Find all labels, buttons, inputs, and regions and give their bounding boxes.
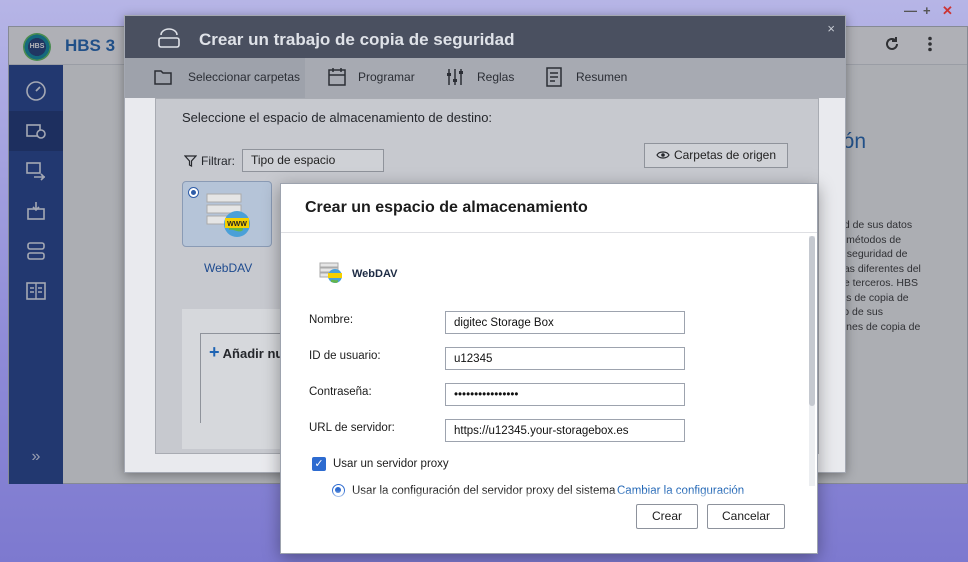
password-label: Contraseña: [309, 386, 372, 398]
service-name: WebDAV [352, 268, 398, 280]
calendar-icon [328, 68, 346, 86]
scroll-fade [281, 490, 801, 504]
webdav-server-icon: WWW [206, 193, 250, 237]
step-summary[interactable]: Resumen [576, 70, 627, 84]
svg-text:WWW: WWW [227, 221, 247, 228]
dialog-divider [281, 232, 817, 233]
webdav-icon [319, 262, 342, 283]
server-url-label: URL de servidor: [309, 422, 395, 434]
maximize-button[interactable]: + [923, 4, 931, 18]
plus-icon: + [209, 342, 220, 362]
create-storage-dialog: Crear un espacio de almacenamiento WebDA… [280, 183, 818, 554]
folders-icon [154, 70, 172, 85]
step-select-folders[interactable]: Seleccionar carpetas [188, 70, 300, 84]
wizard-header: Crear un trabajo de copia de seguridad × [125, 16, 845, 58]
summary-icon [546, 67, 562, 87]
space-type-filter[interactable]: Tipo de espacio [242, 149, 384, 172]
wizard-title: Crear un trabajo de copia de seguridad [199, 30, 515, 49]
create-button[interactable]: Crear [636, 504, 698, 529]
filter-icon [184, 155, 197, 167]
step-rules[interactable]: Reglas [477, 70, 514, 84]
source-folders-label: Carpetas de origen [673, 148, 777, 162]
eye-icon [656, 151, 670, 159]
password-field[interactable] [445, 383, 685, 406]
wizard-steps: Seleccionar carpetas Programar Reglas Re… [125, 58, 845, 98]
destination-prompt: Seleccione el espacio de almacenamiento … [182, 110, 493, 125]
wizard-close-icon[interactable]: × [827, 21, 835, 36]
proxy-checkbox-label[interactable]: Usar un servidor proxy [333, 458, 449, 470]
webdav-tile-label: WebDAV [204, 261, 253, 275]
step-schedule[interactable]: Programar [358, 70, 415, 84]
source-folders-button[interactable]: Carpetas de origen [644, 143, 788, 168]
cancel-button[interactable]: Cancelar [707, 504, 785, 529]
backup-job-icon [158, 28, 180, 48]
user-id-field[interactable] [445, 347, 685, 370]
dialog-scrollbar[interactable] [809, 236, 815, 486]
close-window-button[interactable]: ✕ [942, 4, 953, 18]
name-label: Nombre: [309, 314, 354, 326]
name-field[interactable] [445, 311, 685, 334]
add-space-text: Añadir nu [222, 346, 284, 361]
filter-label: Filtrar: [201, 154, 235, 168]
dialog-title: Crear un espacio de almacenamiento [305, 199, 588, 216]
webdav-destination-tile[interactable]: WWW [182, 181, 272, 247]
tile-radio[interactable] [188, 187, 199, 198]
minimize-button[interactable]: — [904, 4, 917, 18]
proxy-checkbox[interactable]: ✓ [312, 457, 326, 471]
user-id-label: ID de usuario: [309, 350, 381, 362]
server-url-field[interactable] [445, 419, 685, 442]
add-space-label: + Añadir nu [209, 342, 283, 363]
sliders-icon [447, 69, 463, 85]
scroll-thumb[interactable] [809, 236, 815, 406]
